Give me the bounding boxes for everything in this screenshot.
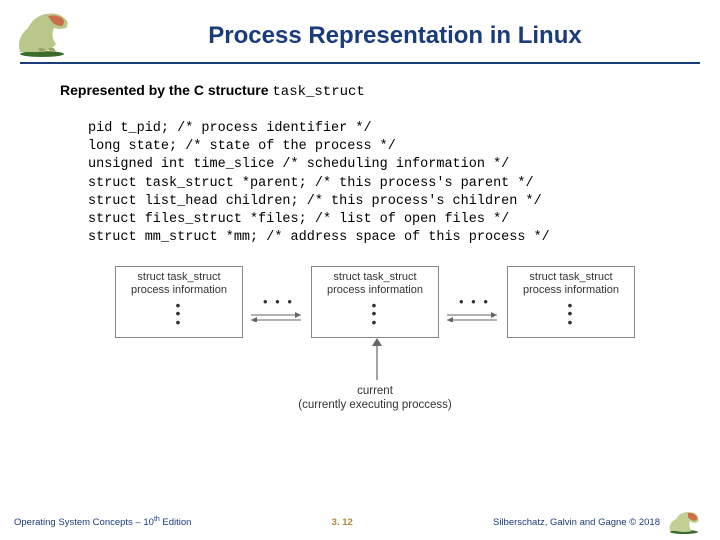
dinosaur-left-icon [10, 8, 90, 58]
slide-title: Process Representation in Linux [90, 16, 700, 50]
box-line2: process information [116, 284, 242, 297]
footer-copyright: Silberschatz, Galvin and Gagne © 2018 [493, 517, 660, 528]
header-bar: Process Representation in Linux [0, 0, 720, 58]
box-line1: struct task_struct [508, 271, 634, 284]
intro-text: Represented by the C structure task_stru… [60, 82, 690, 100]
box-dots: ••• [508, 301, 634, 326]
caption-line1: current [357, 385, 393, 397]
task-struct-box: struct task_struct process information •… [507, 266, 635, 338]
dinosaur-right-icon [666, 509, 706, 535]
intro-prefix: Represented by the C structure [60, 82, 272, 98]
double-arrow-icon [245, 312, 307, 322]
footer-center: 3. 12 [191, 517, 493, 528]
code-block: pid t_pid; /* process identifier */ long… [88, 120, 690, 248]
linked-list-diagram: struct task_struct process information •… [95, 266, 655, 431]
footer-left-suffix: Edition [160, 517, 192, 528]
double-arrow-icon [441, 312, 503, 322]
ellipsis: • • • [459, 294, 490, 309]
box-dots: ••• [116, 301, 242, 326]
caption-line2: (currently executing proccess) [298, 399, 451, 411]
box-line1: struct task_struct [116, 271, 242, 284]
box-dots: ••• [312, 301, 438, 326]
footer-left: Operating System Concepts – 10th Edition [14, 516, 191, 528]
box-line2: process information [508, 284, 634, 297]
footer-right: Silberschatz, Galvin and Gagne © 2018 [493, 509, 706, 535]
footer-left-prefix: Operating System Concepts – 10 [14, 517, 154, 528]
slide: Process Representation in Linux Represen… [0, 0, 720, 540]
task-struct-box: struct task_struct process information •… [311, 266, 439, 338]
box-line2: process information [312, 284, 438, 297]
box-line1: struct task_struct [312, 271, 438, 284]
intro-code: task_struct [272, 84, 364, 100]
footer: Operating System Concepts – 10th Edition… [0, 510, 720, 540]
up-arrow-icon [371, 338, 383, 380]
task-struct-box: struct task_struct process information •… [115, 266, 243, 338]
ellipsis: • • • [263, 294, 294, 309]
diagram-caption: current (currently executing proccess) [95, 384, 655, 413]
content-area: Represented by the C structure task_stru… [0, 64, 720, 540]
